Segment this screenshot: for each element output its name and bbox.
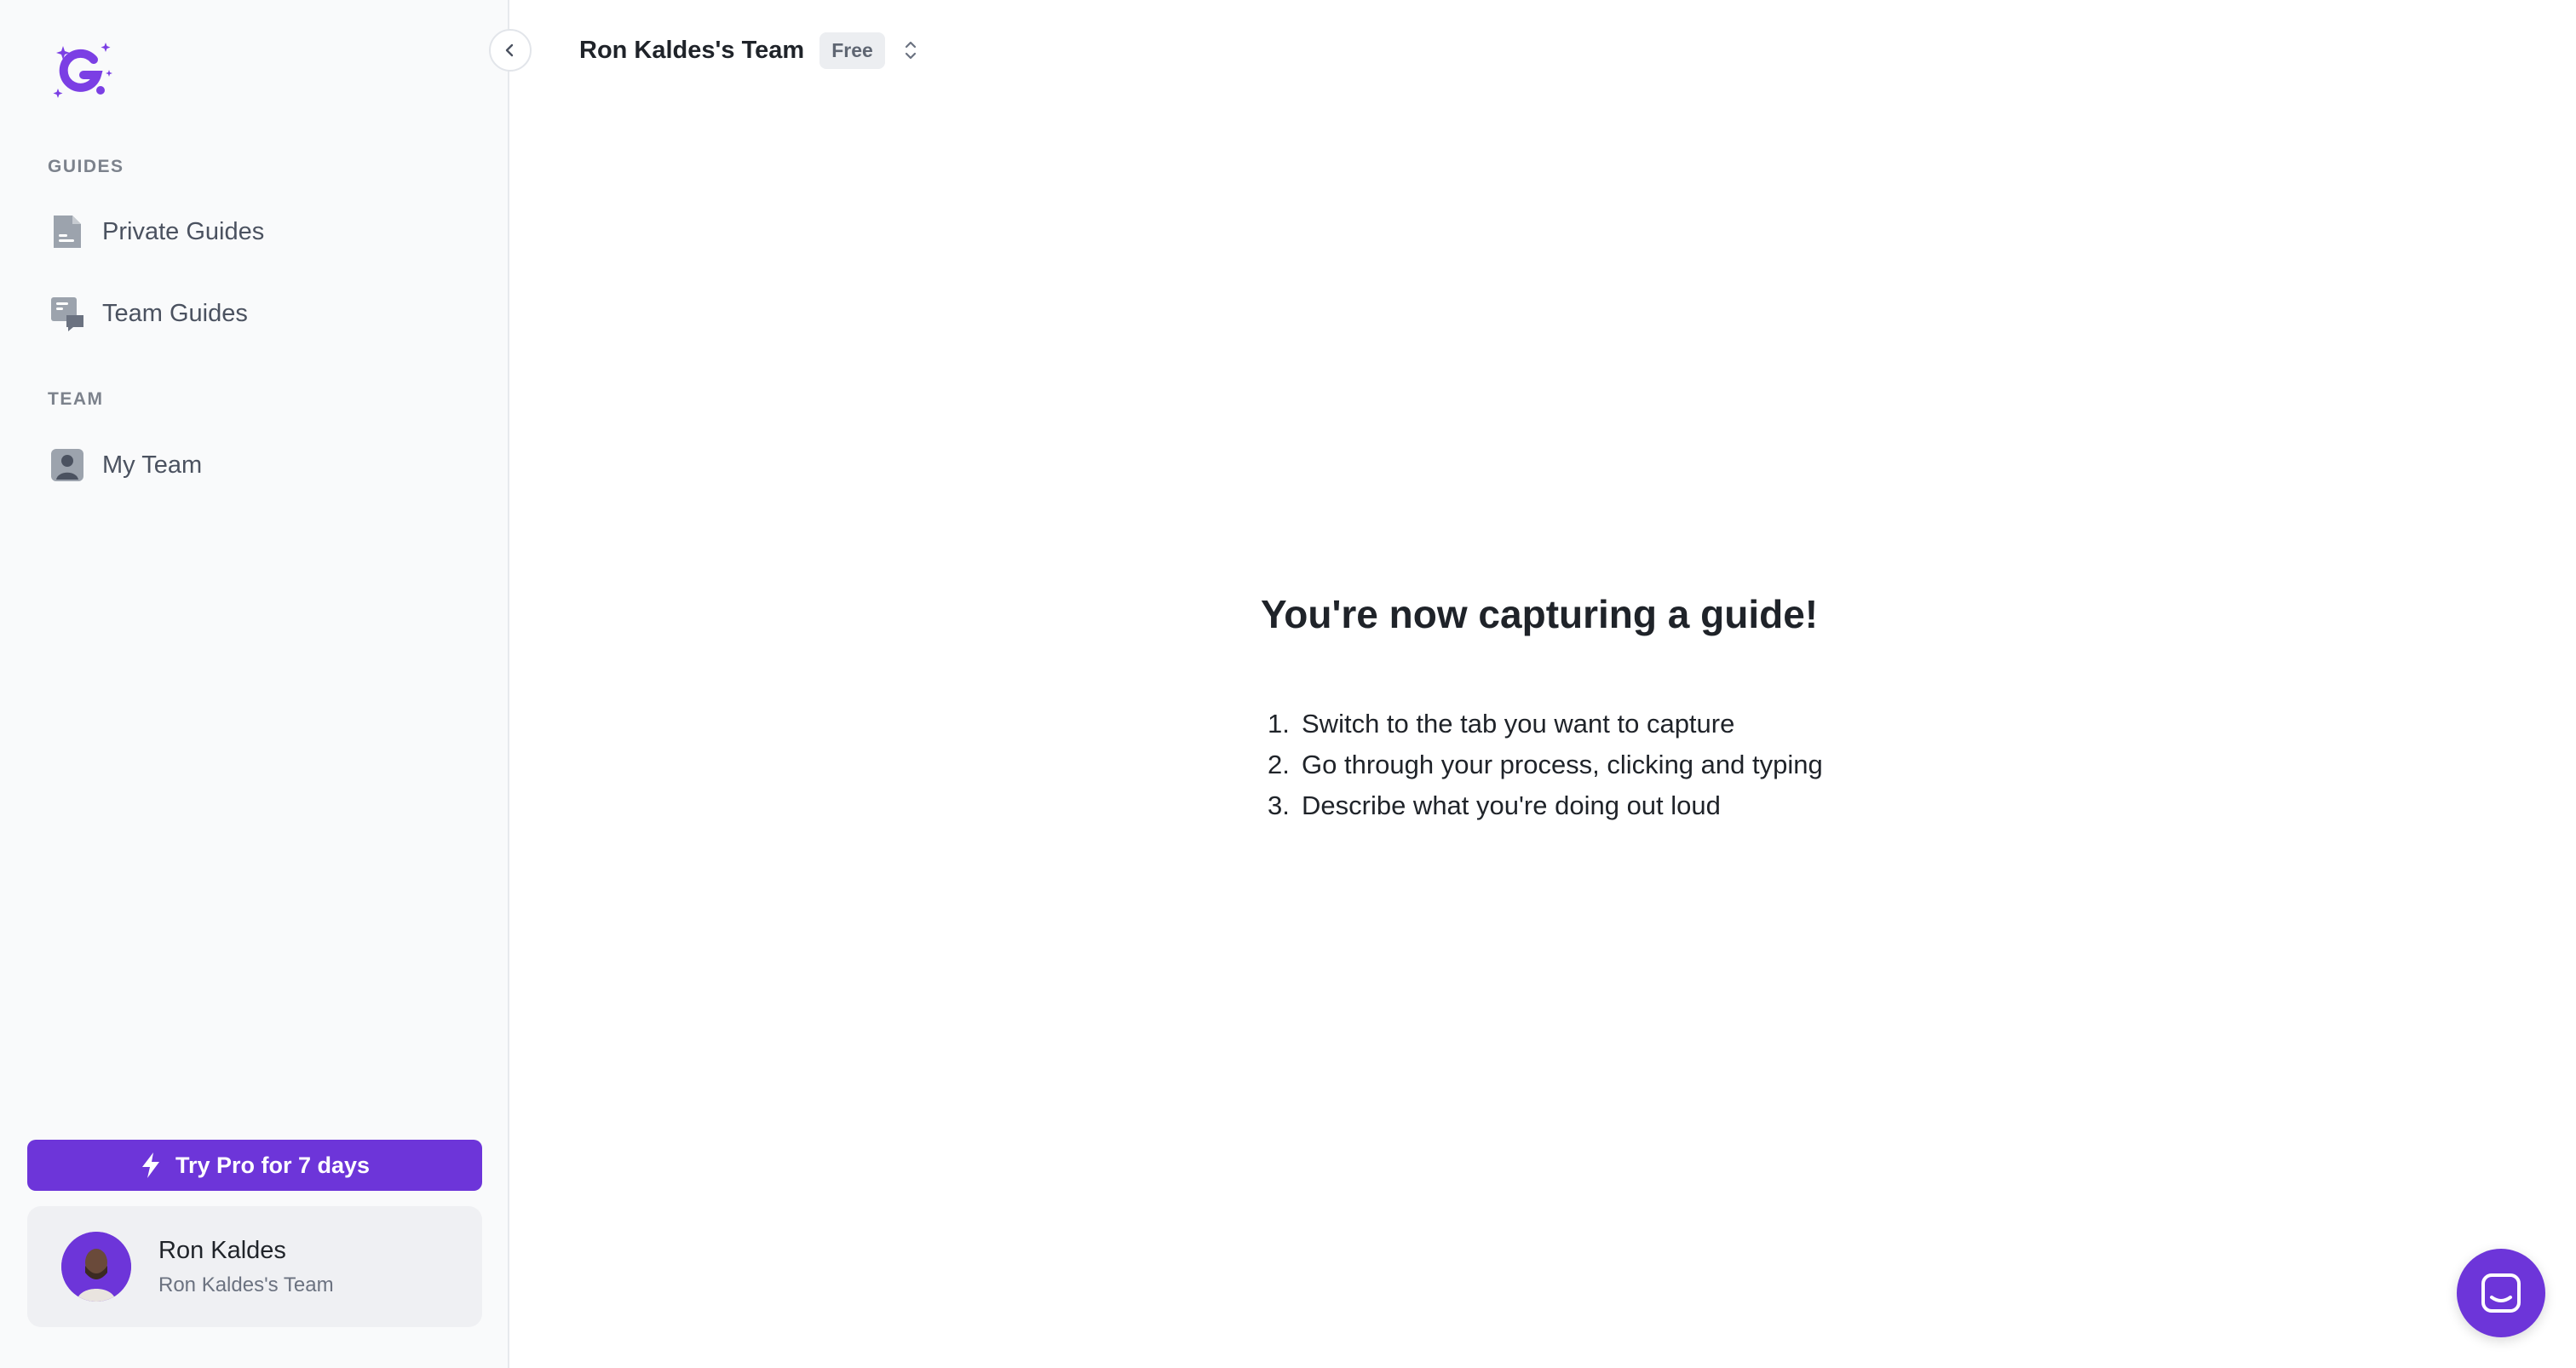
try-pro-button[interactable]: Try Pro for 7 days: [27, 1140, 482, 1191]
team-guides-icon: [48, 294, 87, 333]
step-number: 1.: [1268, 709, 1290, 739]
lightning-icon: [141, 1152, 159, 1178]
page-title: You're now capturing a guide!: [1261, 592, 1819, 636]
sidebar: GUIDES Private Guides Team Guides TEAM M…: [0, 0, 509, 1368]
list-item: 1. Switch to the tab you want to capture: [1268, 704, 1823, 744]
chevron-up-down-icon: [905, 41, 916, 60]
document-icon: [48, 212, 87, 251]
chat-icon: [2481, 1273, 2521, 1313]
team-switcher[interactable]: Ron Kaldes's Team Free: [579, 29, 919, 72]
list-item: 2. Go through your process, clicking and…: [1268, 744, 1823, 785]
plan-badge: Free: [819, 32, 885, 69]
step-text: Switch to the tab you want to capture: [1302, 709, 1735, 739]
sidebar-item-label: Team Guides: [102, 299, 248, 327]
step-number: 2.: [1268, 750, 1290, 779]
sidebar-item-label: Private Guides: [102, 217, 265, 245]
chat-support-button[interactable]: [2457, 1249, 2545, 1337]
step-number: 3.: [1268, 790, 1290, 820]
app-logo[interactable]: [49, 36, 118, 104]
section-label-team: TEAM: [48, 389, 104, 409]
team-name: Ron Kaldes's Team: [579, 36, 805, 64]
logo-icon: [53, 43, 112, 98]
instructions-list: 1. Switch to the tab you want to capture…: [1268, 704, 1823, 826]
avatar: [61, 1232, 131, 1302]
sidebar-item-label: My Team: [102, 451, 203, 479]
sidebar-item-team-guides[interactable]: Team Guides: [27, 283, 482, 344]
app-window: GUIDES Private Guides Team Guides TEAM M…: [0, 0, 2576, 1368]
user-profile-card[interactable]: Ron Kaldes Ron Kaldes's Team: [27, 1206, 482, 1327]
step-text: Go through your process, clicking and ty…: [1302, 750, 1823, 779]
step-text: Describe what you're doing out loud: [1302, 790, 1721, 820]
try-pro-label: Try Pro for 7 days: [175, 1152, 371, 1178]
collapse-sidebar-button[interactable]: [489, 29, 532, 72]
person-icon: [48, 445, 87, 485]
chevron-left-icon: [505, 43, 514, 57]
sidebar-item-private-guides[interactable]: Private Guides: [27, 201, 482, 262]
sidebar-item-my-team[interactable]: My Team: [27, 434, 482, 496]
user-team-name: Ron Kaldes's Team: [158, 1273, 334, 1296]
user-name: Ron Kaldes: [158, 1236, 286, 1264]
section-label-guides: GUIDES: [48, 157, 124, 176]
list-item: 3. Describe what you're doing out loud: [1268, 785, 1823, 826]
